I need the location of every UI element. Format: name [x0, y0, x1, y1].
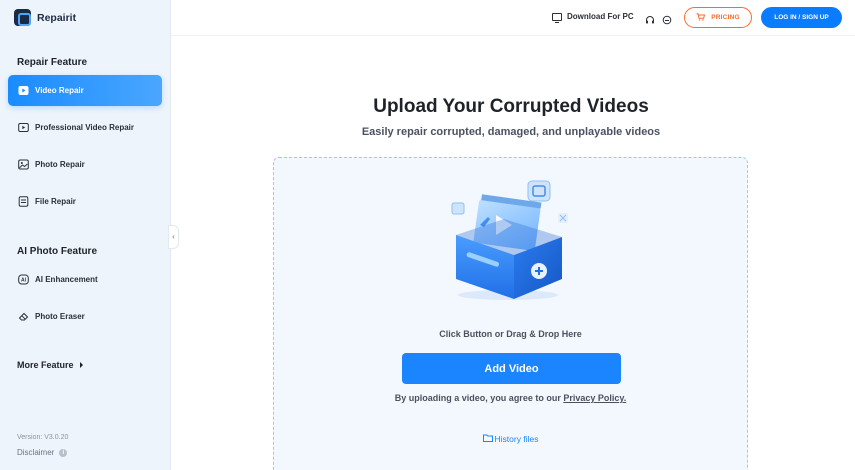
svg-text:AI: AI [21, 278, 27, 284]
app-name: Repairit [37, 11, 77, 24]
chat-icon[interactable] [662, 12, 672, 25]
privacy-policy-link[interactable]: Privacy Policy. [563, 393, 626, 403]
sidebar-item-video-repair[interactable]: Video Repair [8, 75, 162, 106]
sidebar-item-file-repair[interactable]: File Repair [8, 186, 162, 217]
download-for-pc-label: Download For PC [567, 12, 634, 21]
app-logo[interactable]: Repairit [14, 9, 76, 26]
disclaimer-link[interactable]: Disclaimer i [17, 448, 68, 457]
sidebar-item-label: Video Repair [35, 86, 84, 95]
agreement-prefix: By uploading a video, you agree to our [394, 393, 564, 403]
sidebar-item-label: AI Enhancement [35, 275, 98, 284]
ai-icon: AI [18, 274, 29, 285]
upload-drop-zone[interactable]: Click Button or Drag & Drop Here Add Vid… [273, 157, 748, 470]
drop-hint-text: Click Button or Drag & Drop Here [439, 329, 582, 339]
disclaimer-label: Disclaimer [17, 448, 55, 457]
sidebar-item-label: Photo Eraser [35, 312, 85, 321]
more-feature-button[interactable]: More Feature [17, 360, 83, 370]
add-video-button[interactable]: Add Video [402, 353, 621, 384]
pricing-button[interactable]: PRICING [684, 7, 752, 28]
eraser-icon [18, 311, 29, 322]
sidebar-item-label: Photo Repair [35, 160, 85, 169]
agreement-text: By uploading a video, you agree to our P… [274, 393, 747, 403]
sidebar: Repairit Repair Feature Video Repair Pro… [0, 0, 171, 470]
download-for-pc-link[interactable]: Download For PC [552, 12, 634, 23]
page-title: Upload Your Corrupted Videos [373, 96, 649, 117]
sidebar-item-professional-video-repair[interactable]: Professional Video Repair [8, 112, 162, 143]
login-signup-button[interactable]: LOG IN / SIGN UP [761, 7, 842, 28]
play-icon [18, 85, 29, 96]
section-title-repair: Repair Feature [17, 57, 88, 68]
page-subtitle: Easily repair corrupted, damaged, and un… [361, 126, 661, 138]
chevron-left-icon: ‹ [172, 232, 175, 241]
pricing-label: PRICING [711, 14, 740, 21]
video-box-illustration [451, 180, 568, 300]
sidebar-item-photo-eraser[interactable]: Photo Eraser [8, 301, 162, 332]
repairit-logo-icon [14, 9, 31, 26]
sidebar-item-label: File Repair [35, 197, 76, 206]
history-files-link[interactable]: History files [274, 434, 747, 444]
collapse-sidebar-button[interactable]: ‹ [168, 225, 179, 249]
sidebar-item-label: Professional Video Repair [35, 123, 134, 132]
folder-icon [482, 434, 493, 444]
top-header: Download For PC PRICING LOG IN / SIGN UP [171, 0, 855, 36]
add-video-label: Add Video [484, 362, 539, 375]
history-files-label: History files [494, 434, 539, 444]
sidebar-item-ai-enhancement[interactable]: AI AI Enhancement [8, 264, 162, 295]
login-signup-label: LOG IN / SIGN UP [774, 14, 829, 21]
monitor-icon [552, 12, 562, 23]
version-text: Version: V3.0.20 [17, 434, 69, 441]
info-icon: i [59, 448, 68, 457]
headset-support-icon[interactable] [645, 12, 655, 24]
video-play-icon [18, 122, 29, 133]
caret-right-icon [79, 362, 83, 368]
more-feature-label: More Feature [17, 360, 74, 370]
cart-icon [696, 12, 706, 23]
section-title-ai-photo: AI Photo Feature [17, 246, 98, 257]
sidebar-item-photo-repair[interactable]: Photo Repair [8, 149, 162, 180]
file-icon [18, 196, 29, 207]
photo-icon [18, 159, 29, 170]
